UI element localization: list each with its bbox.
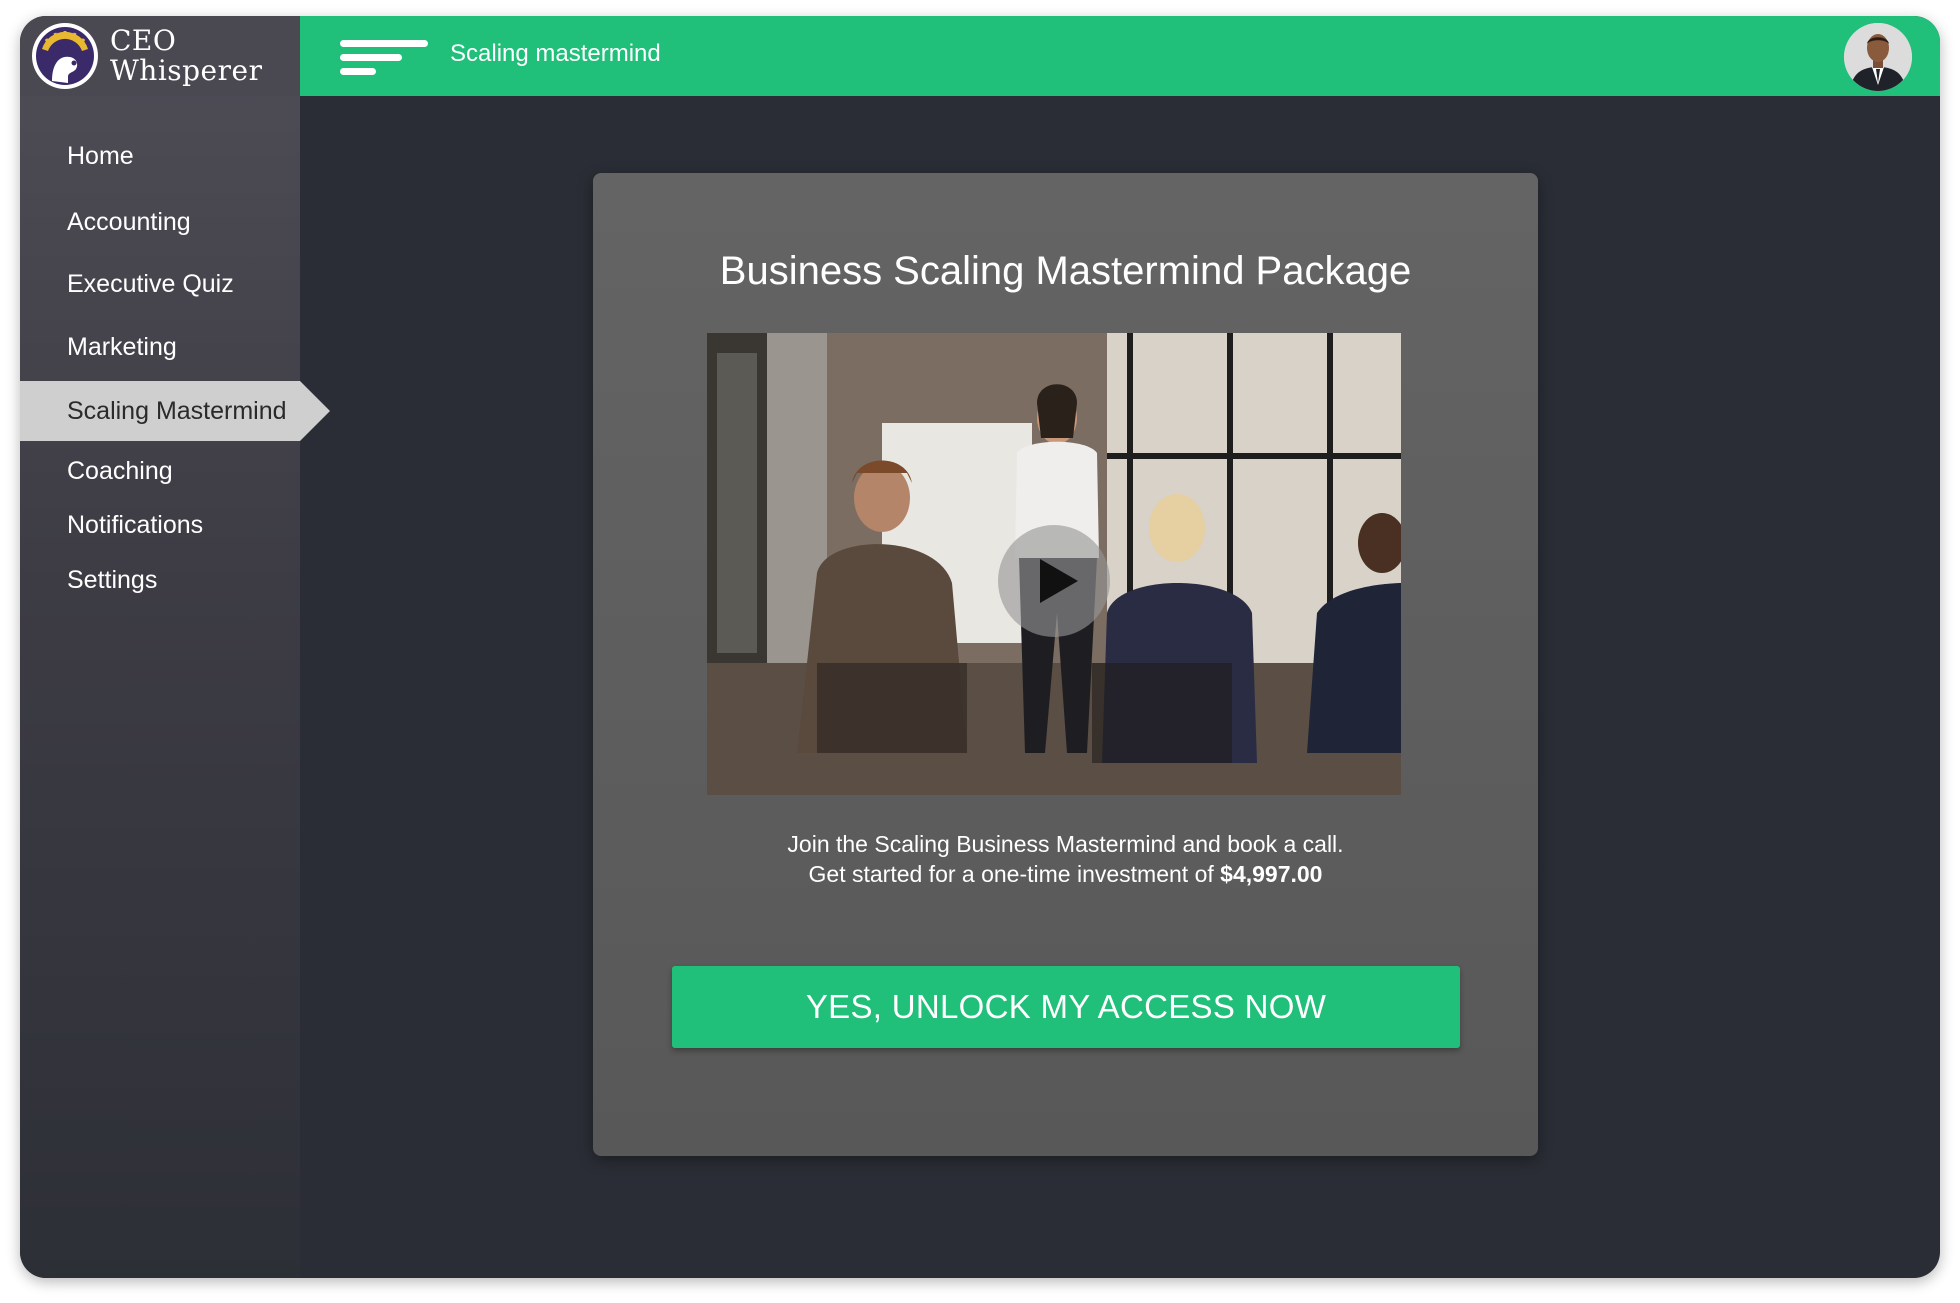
unlock-access-button[interactable]: YES, UNLOCK MY ACCESS NOW bbox=[672, 966, 1460, 1048]
brand-name-line2: Whisperer bbox=[110, 54, 263, 87]
sidebar: CEO Whisperer Home Accounting Executive … bbox=[20, 16, 330, 1278]
package-description: Join the Scaling Business Mastermind and… bbox=[593, 829, 1538, 889]
sidebar-item-executive-quiz[interactable]: Executive Quiz bbox=[20, 254, 300, 314]
page-title: Scaling mastermind bbox=[450, 40, 661, 67]
user-avatar[interactable] bbox=[1844, 23, 1912, 91]
sidebar-item-marketing[interactable]: Marketing bbox=[20, 317, 300, 377]
play-icon[interactable] bbox=[998, 525, 1110, 637]
app-window: CEO Whisperer Home Accounting Executive … bbox=[20, 16, 1940, 1278]
hamburger-menu-icon[interactable] bbox=[340, 40, 430, 80]
user-avatar-icon bbox=[1844, 23, 1912, 91]
sidebar-item-coaching[interactable]: Coaching bbox=[20, 441, 300, 501]
brand-name-line1: CEO bbox=[110, 24, 177, 57]
sidebar-item-notifications[interactable]: Notifications bbox=[20, 495, 300, 555]
sidebar-item-home[interactable]: Home bbox=[20, 126, 300, 186]
logo[interactable]: CEO Whisperer bbox=[20, 16, 300, 96]
top-bar: Scaling mastermind bbox=[300, 16, 1940, 96]
sidebar-item-accounting[interactable]: Accounting bbox=[20, 192, 300, 252]
sidebar-item-settings[interactable]: Settings bbox=[20, 550, 300, 610]
ceo-whisperer-logo-icon bbox=[32, 23, 98, 89]
package-price: $4,997.00 bbox=[1220, 861, 1323, 887]
description-line-1: Join the Scaling Business Mastermind and… bbox=[787, 831, 1344, 857]
sidebar-item-scaling-mastermind[interactable]: Scaling Mastermind bbox=[20, 381, 330, 441]
package-card: Business Scaling Mastermind Package Join… bbox=[593, 173, 1538, 1156]
video-player[interactable] bbox=[707, 333, 1401, 795]
description-line-2-prefix: Get started for a one-time investment of bbox=[808, 861, 1221, 887]
description-line-2: Get started for a one-time investment of… bbox=[593, 859, 1538, 889]
card-title: Business Scaling Mastermind Package bbox=[719, 249, 1412, 293]
brand-name: CEO Whisperer bbox=[110, 26, 262, 86]
